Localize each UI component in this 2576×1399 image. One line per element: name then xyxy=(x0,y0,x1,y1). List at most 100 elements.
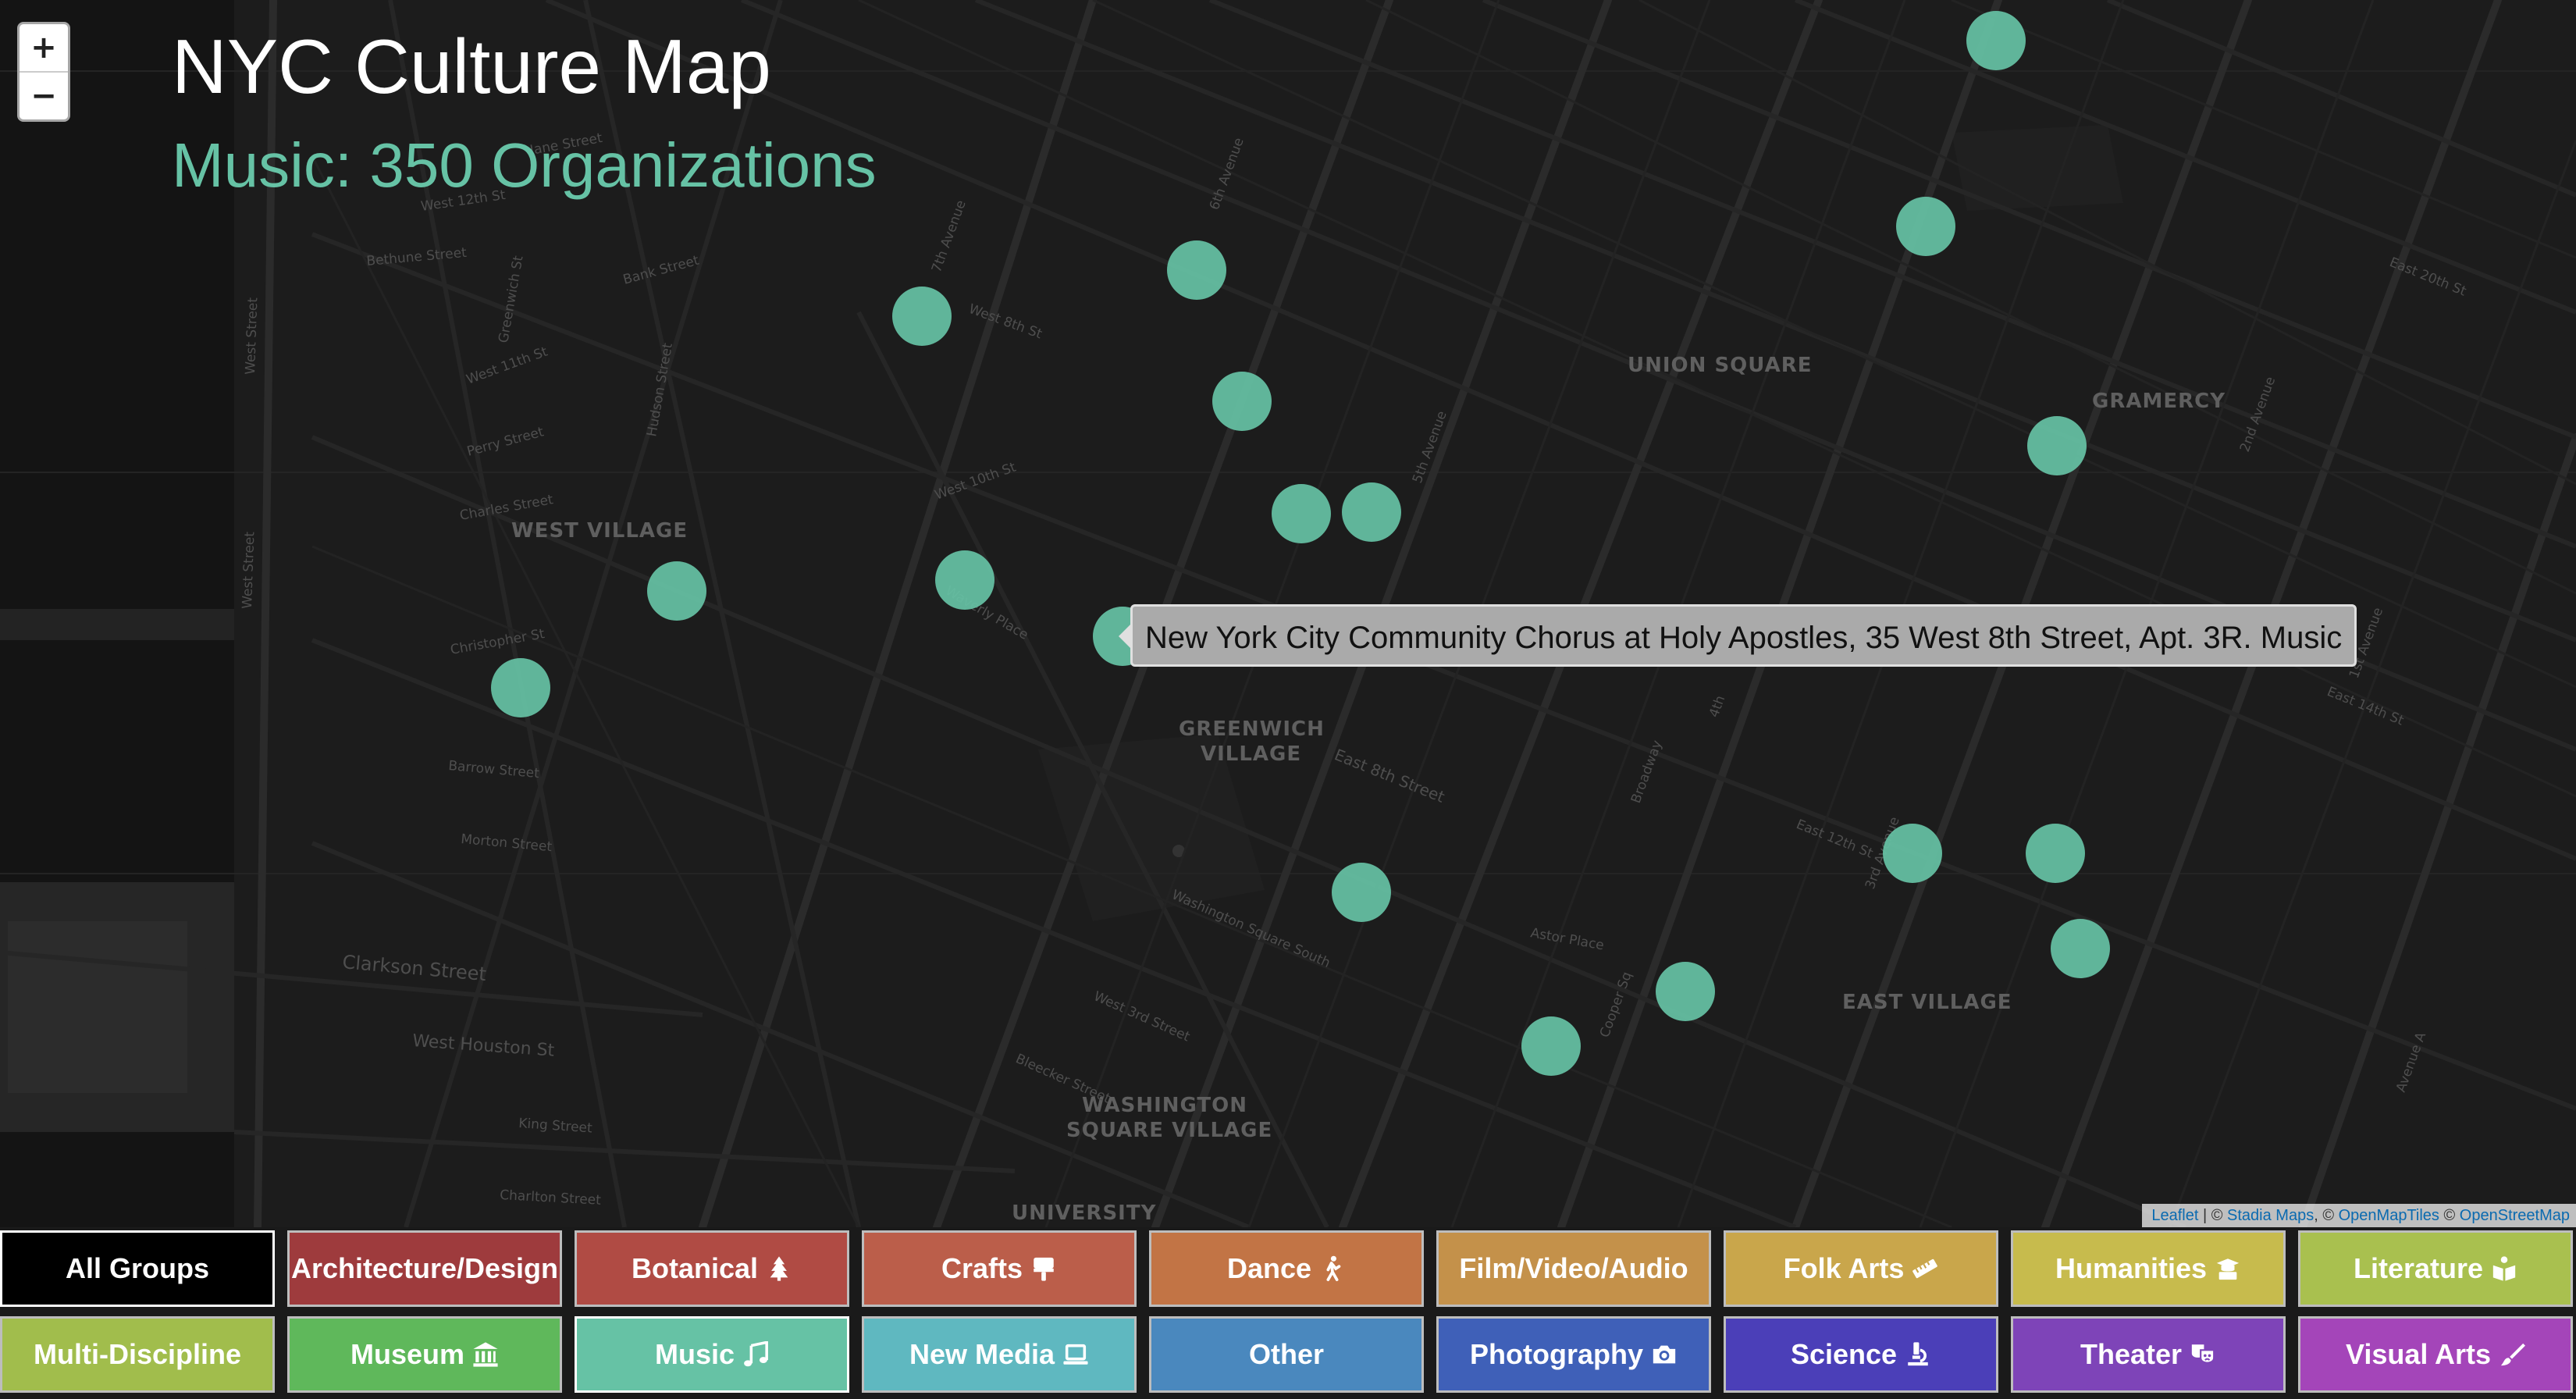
street-label-greenwich-st: Greenwich St xyxy=(496,255,526,344)
street-label-west-3rd: West 3rd Street xyxy=(1091,988,1193,1045)
map-attribution: Leaflet | © Stadia Maps, © OpenMapTiles … xyxy=(2142,1204,2576,1227)
filter-label: Music xyxy=(654,1338,735,1370)
street-label-east-8th: East 8th Street xyxy=(1332,745,1447,806)
street-label-charlton: Charlton Street xyxy=(500,1187,602,1209)
paintbrush-icon xyxy=(2500,1343,2526,1366)
map-marker[interactable] xyxy=(1521,1016,1581,1076)
filter-other-button[interactable]: Other xyxy=(1149,1316,1424,1393)
map-marker[interactable] xyxy=(491,658,550,717)
area-label-square-village: SQUARE VILLAGE xyxy=(1066,1119,1272,1142)
filter-dance-button[interactable]: Dance xyxy=(1149,1230,1424,1307)
filter-label: Dance xyxy=(1226,1252,1312,1284)
marker-tooltip: New York City Community Chorus at Holy A… xyxy=(1118,604,2357,667)
attribution-separator: | © xyxy=(2198,1207,2228,1224)
attribution-separator: , © xyxy=(2314,1207,2339,1224)
area-label-west-village: WEST VILLAGE xyxy=(511,519,688,543)
street-label-west-street-2: West Street xyxy=(240,531,258,609)
map-marker[interactable] xyxy=(1896,197,1955,256)
map-marker[interactable] xyxy=(1272,484,1331,543)
filter-theater-button[interactable]: Theater xyxy=(2011,1316,2286,1393)
filter-literature-button[interactable]: Literature xyxy=(2298,1230,2573,1307)
area-label-gramercy: GRAMERCY xyxy=(2092,390,2226,413)
map-marker[interactable] xyxy=(2027,416,2087,475)
map-marker[interactable] xyxy=(1656,962,1715,1021)
graduation-cap-icon xyxy=(2216,1258,2240,1280)
street-label-christopher: Christopher St xyxy=(449,626,546,658)
filter-label: Multi-Discipline xyxy=(33,1338,241,1370)
zoom-out-button[interactable]: − xyxy=(20,71,68,119)
street-label-king: King Street xyxy=(518,1116,593,1137)
filter-label: Folk Arts xyxy=(1783,1252,1905,1284)
street-label-west-8th: West 8th St xyxy=(966,301,1044,343)
map-marker[interactable] xyxy=(935,550,994,610)
filter-label: Theater xyxy=(2080,1338,2183,1370)
map-marker[interactable] xyxy=(1332,863,1391,922)
filter-science-button[interactable]: Science xyxy=(1724,1316,1998,1393)
street-label-bethune: Bethune Street xyxy=(366,245,468,269)
map-marker[interactable] xyxy=(1966,11,2026,70)
filter-museum-button[interactable]: Museum xyxy=(287,1316,562,1393)
camera-icon xyxy=(1653,1345,1676,1364)
area-label-union-square: UNION SQUARE xyxy=(1628,354,1813,377)
filter-label: Other xyxy=(1248,1338,1324,1370)
street-label-seventh-ave: 7th Avenue xyxy=(929,198,970,275)
category-filter-bar: All Groups Architecture/Design Botanical… xyxy=(0,1227,2576,1399)
book-reader-icon xyxy=(2492,1256,2516,1281)
zoom-control: + − xyxy=(17,22,70,122)
filter-music-button[interactable]: Music xyxy=(575,1316,849,1393)
filter-label: Humanities xyxy=(2055,1252,2208,1284)
filter-new-media-button[interactable]: New Media xyxy=(862,1316,1137,1393)
filter-label: Literature xyxy=(2353,1252,2484,1284)
filter-label: Photography xyxy=(1470,1338,1643,1370)
filter-visual-arts-button[interactable]: Visual Arts xyxy=(2298,1316,2573,1393)
map-marker[interactable] xyxy=(2026,824,2085,883)
filter-crafts-button[interactable]: Crafts xyxy=(862,1230,1137,1307)
attribution-openmaptiles-link[interactable]: OpenMapTiles xyxy=(2339,1207,2439,1224)
street-label-bleecker: Bleecker Street xyxy=(1013,1051,1113,1106)
map-marker[interactable] xyxy=(2051,919,2110,978)
map-marker[interactable] xyxy=(892,287,952,346)
street-label-west-12th: West 12th St xyxy=(420,187,507,215)
filter-label: All Groups xyxy=(65,1252,209,1284)
attribution-leaflet-link[interactable]: Leaflet xyxy=(2151,1207,2198,1224)
filter-botanical-button[interactable]: Botanical xyxy=(575,1230,849,1307)
map-marker[interactable] xyxy=(1342,482,1401,542)
street-label-morton: Morton Street xyxy=(461,831,553,855)
street-label-bank: Bank Street xyxy=(621,253,701,288)
area-label-university: UNIVERSITY xyxy=(1012,1201,1157,1225)
filter-photography-button[interactable]: Photography xyxy=(1436,1316,1711,1393)
street-label-barrow: Barrow Street xyxy=(448,758,540,781)
attribution-separator: © xyxy=(2439,1207,2460,1224)
filter-humanities-button[interactable]: Humanities xyxy=(2011,1230,2286,1307)
filter-label: Science xyxy=(1790,1338,1898,1370)
zoom-in-button[interactable]: + xyxy=(20,24,68,71)
street-label-west-street: West Street xyxy=(243,297,261,375)
street-label-east-14th: East 14th St xyxy=(2325,684,2406,729)
area-label-east-village: EAST VILLAGE xyxy=(1842,991,2012,1014)
paint-roller-icon xyxy=(1034,1257,1054,1281)
microscope-icon xyxy=(1908,1342,1928,1366)
music-note-icon xyxy=(744,1341,768,1367)
street-label-west-houston: West Houston St xyxy=(412,1031,556,1061)
filter-label: Crafts xyxy=(941,1252,1023,1284)
filter-label: Film/Video/Audio xyxy=(1459,1252,1688,1284)
filter-label: Museum xyxy=(350,1338,465,1370)
map-marker[interactable] xyxy=(1212,372,1272,431)
map-marker[interactable] xyxy=(647,561,706,621)
street-label-astor: Astor Place xyxy=(1529,925,1605,953)
filter-multi-discipline-button[interactable]: Multi-Discipline xyxy=(0,1316,275,1393)
map-marker[interactable] xyxy=(1883,824,1942,883)
map-marker[interactable] xyxy=(1167,240,1226,300)
filter-label: Botanical xyxy=(631,1252,759,1284)
map-container[interactable]: UNION SQUARE GRAMERCY WEST VILLAGE GREEN… xyxy=(0,0,2576,1227)
tree-icon xyxy=(770,1256,788,1281)
filter-architecture-design-button[interactable]: Architecture/Design xyxy=(287,1230,562,1307)
filter-all-groups-button[interactable]: All Groups xyxy=(0,1230,275,1307)
area-label-village: VILLAGE xyxy=(1201,742,1301,766)
attribution-openstreetmap-link[interactable]: OpenStreetMap xyxy=(2460,1207,2570,1224)
attribution-stadia-link[interactable]: Stadia Maps xyxy=(2227,1207,2314,1224)
filter-film-video-audio-button[interactable]: Film/Video/Audio xyxy=(1436,1230,1711,1307)
street-label-perry: Perry Street xyxy=(465,424,546,460)
landmark-icon xyxy=(473,1342,498,1367)
filter-folk-arts-button[interactable]: Folk Arts xyxy=(1724,1230,1998,1307)
